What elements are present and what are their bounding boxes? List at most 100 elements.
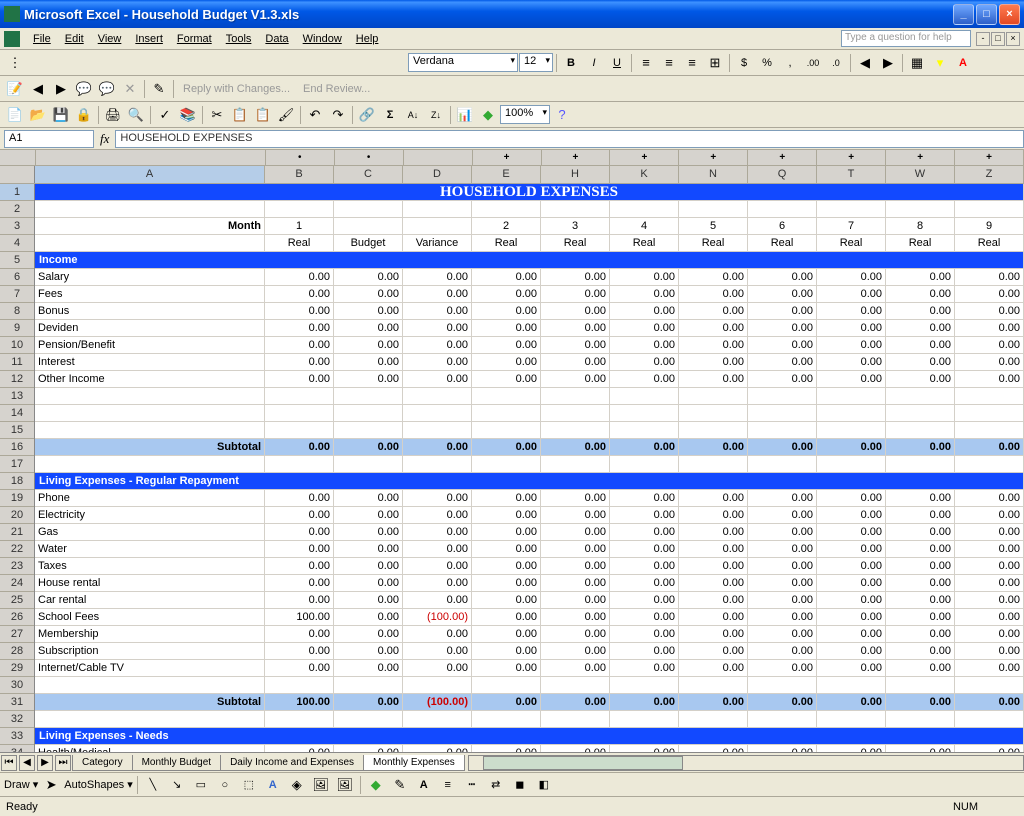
subtotal-cell[interactable]: 0.00 bbox=[472, 694, 541, 711]
cell[interactable]: 0.00 bbox=[541, 592, 610, 609]
cell[interactable]: 6 bbox=[748, 218, 817, 235]
cell[interactable] bbox=[472, 201, 541, 218]
rectangle-button[interactable]: ▭ bbox=[190, 774, 212, 796]
cell[interactable]: 0.00 bbox=[817, 592, 886, 609]
cell[interactable]: 0.00 bbox=[817, 507, 886, 524]
close-button[interactable]: × bbox=[999, 4, 1020, 25]
next-comment-button[interactable]: ▶ bbox=[50, 78, 72, 100]
cell[interactable] bbox=[35, 405, 265, 422]
section-header[interactable]: Income bbox=[35, 252, 1024, 269]
cell[interactable]: 0.00 bbox=[817, 643, 886, 660]
row-header[interactable]: 20 bbox=[0, 507, 34, 524]
row-header[interactable]: 11 bbox=[0, 354, 34, 371]
cell[interactable]: 0.00 bbox=[748, 490, 817, 507]
cell[interactable] bbox=[541, 677, 610, 694]
menu-insert[interactable]: Insert bbox=[128, 31, 170, 47]
autoshapes-menu[interactable]: AutoShapes ▾ bbox=[64, 778, 133, 791]
cell[interactable]: 0.00 bbox=[610, 541, 679, 558]
cell[interactable]: Variance bbox=[403, 235, 472, 252]
cell[interactable]: 0.00 bbox=[955, 558, 1024, 575]
cell[interactable]: 0.00 bbox=[886, 643, 955, 660]
col-header-C[interactable]: C bbox=[334, 166, 403, 183]
cell[interactable]: 0.00 bbox=[817, 609, 886, 626]
cell[interactable]: 0.00 bbox=[265, 660, 334, 677]
comma-button[interactable]: , bbox=[779, 52, 801, 74]
outline-collapse-icon[interactable]: + bbox=[886, 150, 955, 165]
tab-first-button[interactable]: ⏮ bbox=[1, 755, 17, 771]
subtotal-cell[interactable]: 0.00 bbox=[541, 439, 610, 456]
app-icon[interactable] bbox=[4, 31, 20, 47]
diagram-button[interactable]: ◈ bbox=[286, 774, 308, 796]
cell[interactable]: Pension/Benefit bbox=[35, 337, 265, 354]
line-button[interactable]: ╲ bbox=[142, 774, 164, 796]
cell[interactable]: 0.00 bbox=[886, 320, 955, 337]
row-header[interactable]: 28 bbox=[0, 643, 34, 660]
cell[interactable]: 0.00 bbox=[541, 371, 610, 388]
cell[interactable] bbox=[610, 456, 679, 473]
cell[interactable]: 0.00 bbox=[541, 303, 610, 320]
cell[interactable]: Other Income bbox=[35, 371, 265, 388]
row-header[interactable]: 9 bbox=[0, 320, 34, 337]
menu-edit[interactable]: Edit bbox=[58, 31, 91, 47]
cell[interactable]: 0.00 bbox=[886, 507, 955, 524]
cell[interactable] bbox=[886, 388, 955, 405]
col-header-A[interactable]: A bbox=[35, 166, 265, 183]
new-button[interactable]: 📄 bbox=[4, 104, 26, 126]
cell[interactable]: 0.00 bbox=[472, 286, 541, 303]
cell[interactable]: 0.00 bbox=[472, 660, 541, 677]
outline-collapse-icon[interactable]: + bbox=[542, 150, 611, 165]
cell[interactable]: 0.00 bbox=[472, 507, 541, 524]
cell[interactable]: 0.00 bbox=[403, 660, 472, 677]
help-button[interactable]: ? bbox=[551, 104, 573, 126]
cell[interactable] bbox=[35, 456, 265, 473]
cell[interactable]: Real bbox=[679, 235, 748, 252]
row-header[interactable]: 2 bbox=[0, 201, 34, 218]
cell[interactable] bbox=[748, 388, 817, 405]
cell[interactable] bbox=[679, 677, 748, 694]
show-comment-button[interactable]: 💬 bbox=[73, 78, 95, 100]
formula-bar[interactable]: HOUSEHOLD EXPENSES bbox=[115, 130, 1024, 148]
subtotal-cell[interactable]: 0.00 bbox=[679, 694, 748, 711]
italic-button[interactable]: I bbox=[583, 52, 605, 74]
toolbar-handle-icon[interactable]: ⋮ bbox=[4, 52, 26, 74]
cell[interactable]: 0.00 bbox=[541, 558, 610, 575]
cell[interactable]: 0.00 bbox=[265, 269, 334, 286]
cell[interactable]: 0.00 bbox=[886, 745, 955, 752]
subtotal-cell[interactable]: 0.00 bbox=[610, 439, 679, 456]
cell[interactable]: 0.00 bbox=[541, 626, 610, 643]
cell[interactable]: Phone bbox=[35, 490, 265, 507]
cell[interactable] bbox=[886, 456, 955, 473]
cell[interactable] bbox=[334, 422, 403, 439]
open-button[interactable]: 📂 bbox=[27, 104, 49, 126]
picture-button[interactable]: 🖼 bbox=[334, 774, 356, 796]
cell[interactable]: 0.00 bbox=[955, 524, 1024, 541]
cell[interactable]: 0.00 bbox=[541, 320, 610, 337]
cell[interactable]: 0.00 bbox=[679, 660, 748, 677]
tab-last-button[interactable]: ⏭ bbox=[55, 755, 71, 771]
row-header[interactable]: 23 bbox=[0, 558, 34, 575]
row-header[interactable]: 29 bbox=[0, 660, 34, 677]
cell[interactable]: 0.00 bbox=[817, 337, 886, 354]
cell[interactable]: Deviden bbox=[35, 320, 265, 337]
cell[interactable]: 0.00 bbox=[679, 507, 748, 524]
cell[interactable]: 0.00 bbox=[334, 575, 403, 592]
cell[interactable]: Budget bbox=[334, 235, 403, 252]
col-header-K[interactable]: K bbox=[610, 166, 679, 183]
cell[interactable]: 0.00 bbox=[817, 524, 886, 541]
cell[interactable]: 0.00 bbox=[472, 609, 541, 626]
cell[interactable] bbox=[334, 388, 403, 405]
cell[interactable] bbox=[817, 422, 886, 439]
cell[interactable]: 0.00 bbox=[334, 592, 403, 609]
cell[interactable] bbox=[35, 677, 265, 694]
row-header[interactable]: 6 bbox=[0, 269, 34, 286]
sheet-tab[interactable]: Monthly Budget bbox=[132, 755, 222, 771]
cell[interactable] bbox=[955, 422, 1024, 439]
align-center-button[interactable]: ≡ bbox=[658, 52, 680, 74]
cell[interactable]: 0.00 bbox=[679, 303, 748, 320]
cell[interactable]: Taxes bbox=[35, 558, 265, 575]
cell[interactable]: 0.00 bbox=[955, 592, 1024, 609]
cell[interactable]: 0.00 bbox=[748, 541, 817, 558]
cell[interactable]: 0.00 bbox=[817, 660, 886, 677]
arrow-style-button[interactable]: ⇄ bbox=[485, 774, 507, 796]
cell[interactable]: 0.00 bbox=[472, 643, 541, 660]
